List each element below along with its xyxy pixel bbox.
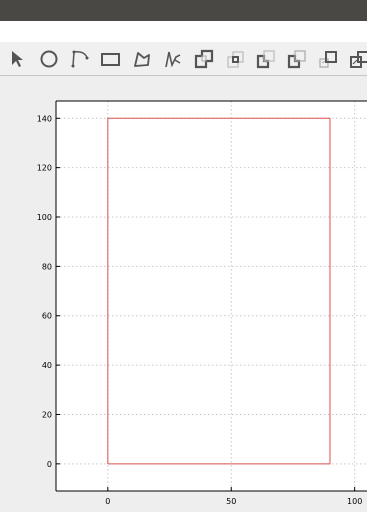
polygon-tool-button[interactable] [129, 47, 155, 71]
intersection-button[interactable] [222, 47, 248, 71]
difference-icon [256, 50, 275, 69]
bring-forward-icon [319, 51, 337, 68]
y-tick-label: 120 [37, 164, 52, 173]
x-tick-label: 0 [105, 497, 110, 506]
bezier-tool-button[interactable] [67, 47, 93, 71]
drawing-toolbar [0, 42, 367, 76]
exclusion-button[interactable] [284, 47, 310, 71]
union-icon [194, 49, 214, 69]
rectangle-icon [101, 53, 120, 66]
circle-tool-button[interactable] [36, 47, 62, 71]
exclusion-icon [287, 50, 306, 69]
circle-icon [40, 50, 58, 68]
polygon-icon [134, 52, 150, 67]
intersection-icon [227, 51, 244, 68]
freehand-line-icon [165, 51, 181, 68]
y-tick-label: 20 [42, 410, 52, 419]
y-tick-label: 0 [47, 460, 52, 469]
x-tick-label: 50 [226, 497, 236, 506]
y-tick-label: 40 [42, 361, 52, 370]
y-tick-label: 100 [37, 213, 52, 222]
window-titlebar [0, 0, 367, 21]
send-backward-button[interactable] [346, 47, 367, 71]
union-button[interactable] [191, 47, 217, 71]
chart-canvas[interactable]: 0 20 40 60 80 100 120 140 0 50 100 [0, 76, 367, 512]
bezier-curve-icon [71, 50, 89, 68]
x-tick-label: 100 [347, 497, 362, 506]
bring-forward-button[interactable] [315, 47, 341, 71]
freehand-tool-button[interactable] [160, 47, 186, 71]
y-tick-label: 60 [42, 312, 52, 321]
send-backward-icon [350, 51, 367, 68]
menu-bar [0, 21, 367, 42]
y-tick-label: 80 [42, 262, 52, 271]
rectangle-tool-button[interactable] [98, 47, 124, 71]
y-tick-label: 140 [37, 114, 52, 123]
select-tool-button[interactable] [5, 47, 31, 71]
select-arrow-icon [12, 51, 23, 67]
difference-button[interactable] [253, 47, 279, 71]
plot-area: 0 20 40 60 80 100 120 140 0 50 100 [0, 76, 367, 512]
axes-background [56, 101, 367, 491]
